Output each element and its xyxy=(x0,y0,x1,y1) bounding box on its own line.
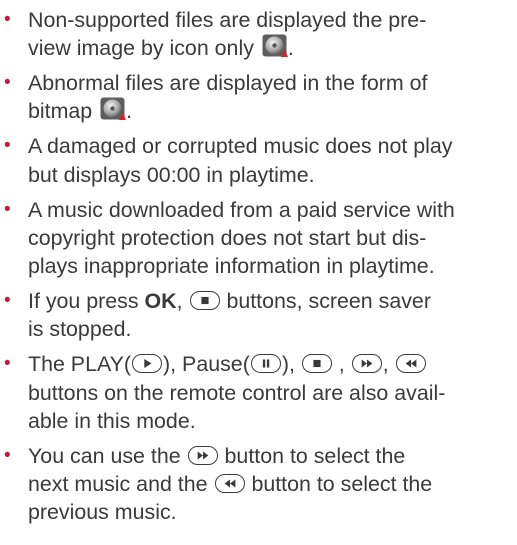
disc-thumbnail-icon xyxy=(100,97,127,121)
item-text: previous music. xyxy=(28,500,177,525)
list-item: • You can use the button to select the n… xyxy=(0,442,517,527)
ok-key-label: OK xyxy=(144,289,177,314)
item-text: copyright protection does not start but … xyxy=(28,225,427,250)
item-text: A damaged or corrupted music does not pl… xyxy=(28,134,453,159)
bullet-list: • Non-supported files are displayed the … xyxy=(0,6,517,527)
item-text: button to select the xyxy=(218,443,406,468)
stop-button-icon xyxy=(189,291,220,311)
item-text: The PLAY( xyxy=(28,352,132,377)
bullet-dot: • xyxy=(4,72,11,94)
list-item: • The PLAY( ), Pause(), , , buttons on th… xyxy=(0,350,517,435)
item-text: If you press xyxy=(28,289,145,314)
item-text: , xyxy=(332,352,351,377)
item-text: view image by icon only xyxy=(28,36,254,61)
item-suffix: . xyxy=(126,99,133,124)
item-text: You can use the xyxy=(28,443,187,468)
item-text: , xyxy=(382,352,395,377)
item-text: , xyxy=(176,289,189,314)
list-item: • Abnormal files are displayed in the fo… xyxy=(0,69,517,126)
list-item: • A music downloaded from a paid service… xyxy=(0,196,517,281)
item-text: but displays 00:00 in playtime. xyxy=(28,162,315,187)
item-text: is stopped. xyxy=(28,317,132,342)
page-content: • Non-supported files are displayed the … xyxy=(0,0,517,527)
item-text: A music downloaded from a paid service w… xyxy=(28,197,455,222)
list-item: • A damaged or corrupted music does not … xyxy=(0,132,517,189)
item-text: Non-supported files are displayed the pr… xyxy=(28,8,427,32)
fast-forward-button-icon xyxy=(187,445,218,465)
item-text: able in this mode. xyxy=(28,408,196,433)
bullet-dot: • xyxy=(4,198,11,220)
pause-button-icon xyxy=(250,354,281,374)
item-text: next music and the xyxy=(28,472,214,497)
item-text: buttons, screen saver xyxy=(220,289,431,314)
item-text: Abnormal files are displayed in the form… xyxy=(28,71,428,96)
list-item: • Non-supported files are displayed the … xyxy=(0,6,517,63)
rewind-button-icon xyxy=(395,354,426,374)
bullet-dot: • xyxy=(4,290,11,312)
rewind-button-icon xyxy=(214,474,245,494)
bullet-dot: • xyxy=(4,135,11,157)
fast-forward-button-icon xyxy=(351,354,382,374)
item-text: ), xyxy=(281,352,301,377)
disc-thumbnail-icon xyxy=(262,34,288,58)
item-text: buttons on the remote control are also a… xyxy=(28,380,446,405)
item-text: button to select the xyxy=(245,472,433,497)
bullet-dot: • xyxy=(4,9,11,30)
item-text: ), Pause( xyxy=(163,352,250,377)
bullet-dot: • xyxy=(4,353,11,375)
item-text: plays inappropriate information in playt… xyxy=(28,254,435,279)
list-item: • If you press OK, buttons, screen saver… xyxy=(0,287,517,344)
bullet-dot: • xyxy=(4,444,11,466)
item-suffix: . xyxy=(287,36,294,61)
stop-button-icon xyxy=(301,354,332,374)
play-button-icon xyxy=(132,354,163,374)
item-text: bitmap xyxy=(28,99,93,124)
